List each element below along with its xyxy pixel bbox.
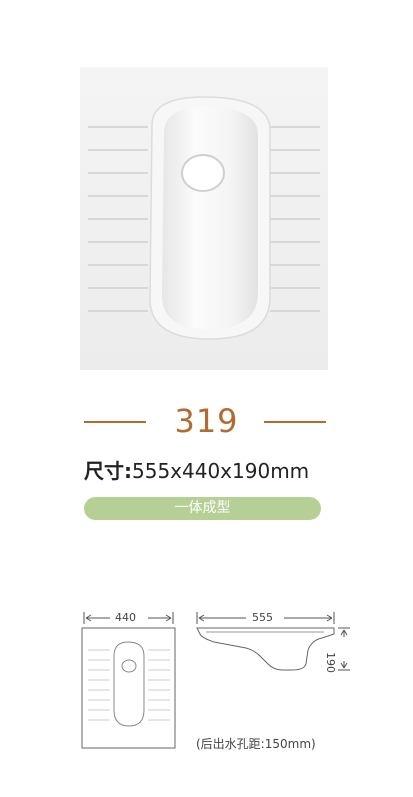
product-photo xyxy=(80,67,328,370)
squat-toilet-image xyxy=(80,67,328,370)
drain-distance-note: (后出水孔距:150mm) xyxy=(196,737,316,751)
model-number: 319 xyxy=(174,402,239,440)
size-label: 尺寸: xyxy=(84,459,132,483)
size-row: 尺寸:555x440x190mm xyxy=(84,455,309,484)
top-view-svg xyxy=(81,612,176,749)
top-view-drawing xyxy=(80,610,180,760)
title-right-line xyxy=(264,421,326,423)
model-title-row: 319 xyxy=(0,402,413,442)
size-value: 555x440x190mm xyxy=(132,459,310,483)
side-view-height-label: 190 xyxy=(324,652,337,673)
side-view-length-label: 555 xyxy=(252,611,273,624)
type-badge: 一体成型 xyxy=(84,497,321,520)
top-view-width-label: 440 xyxy=(115,611,136,624)
